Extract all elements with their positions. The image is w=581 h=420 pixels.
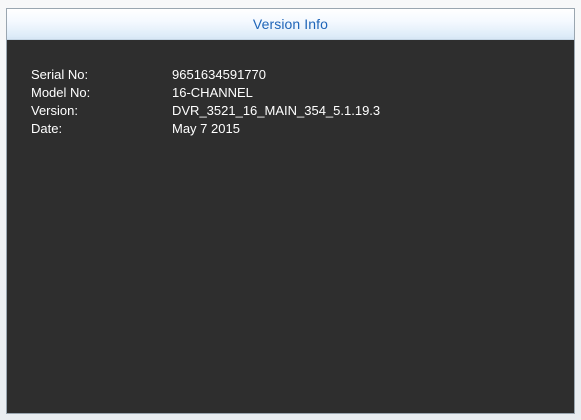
date-value: May 7 2015	[172, 120, 240, 136]
serial-no-value: 9651634591770	[172, 66, 266, 82]
info-row-model-no: Model No: 16-CHANNEL	[31, 83, 380, 101]
date-label: Date:	[31, 120, 63, 136]
version-label: Version:	[31, 102, 78, 118]
serial-no-label: Serial No:	[31, 66, 89, 82]
version-info-window: Version Info Serial No: 9651634591770 Mo…	[6, 8, 575, 414]
window-titlebar: Version Info	[7, 9, 574, 40]
info-row-date: Date: May 7 2015	[31, 119, 380, 137]
model-no-value: 16-CHANNEL	[172, 84, 253, 100]
info-row-serial-no: Serial No: 9651634591770	[31, 65, 380, 83]
screen-frame: Version Info Serial No: 9651634591770 Mo…	[0, 0, 581, 420]
window-title: Version Info	[252, 16, 329, 32]
info-list: Serial No: 9651634591770 Model No: 16-CH…	[31, 65, 380, 137]
info-row-version: Version: DVR_3521_16_MAIN_354_5.1.19.3	[31, 101, 380, 119]
version-value: DVR_3521_16_MAIN_354_5.1.19.3	[172, 102, 381, 118]
version-info-content: Serial No: 9651634591770 Model No: 16-CH…	[7, 40, 574, 413]
model-no-label: Model No:	[31, 84, 91, 100]
